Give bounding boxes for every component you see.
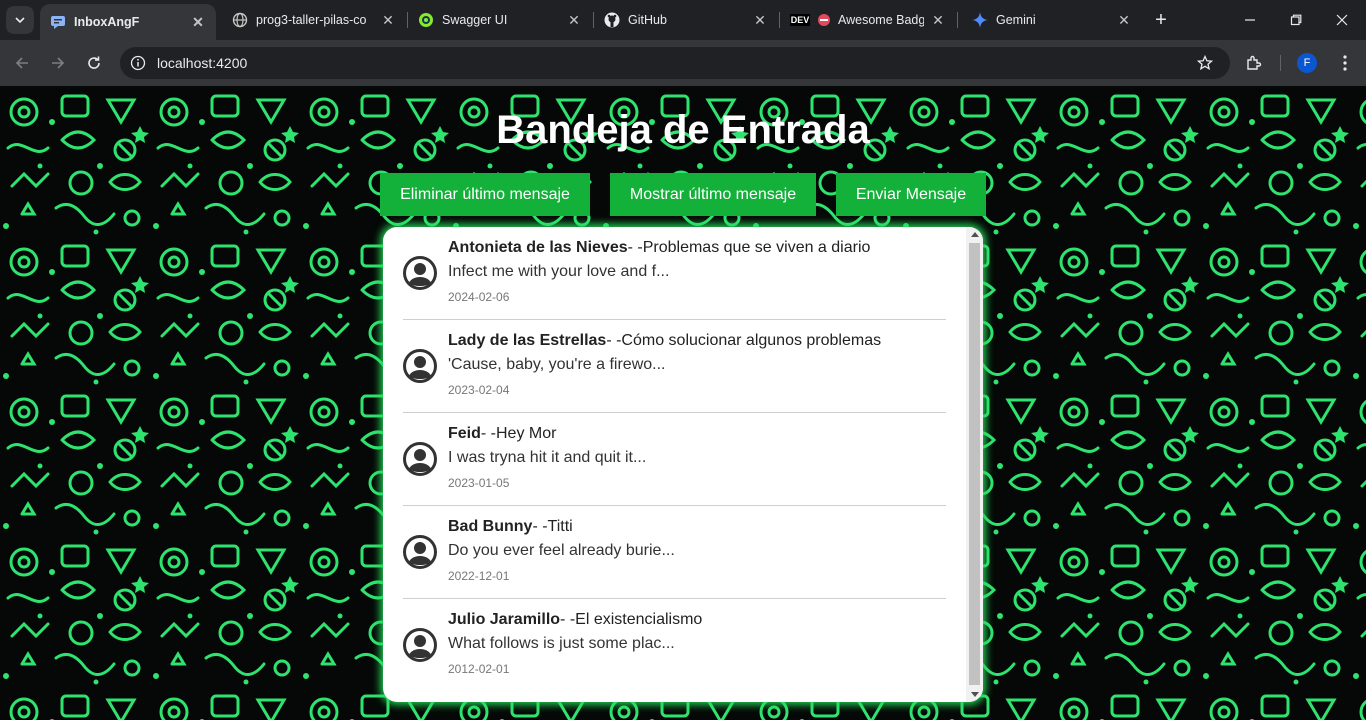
site-info-icon[interactable] — [126, 51, 150, 75]
message-preview: 'Cause, baby, you're a firewo... — [448, 356, 666, 373]
user-avatar-icon — [403, 256, 437, 290]
sender-name: Lady de las Estrellas — [448, 332, 607, 349]
message-header: Antonieta de las Nieves- -Problemas que … — [448, 239, 870, 257]
tab-separator — [957, 12, 958, 28]
message-date: 2024-02-06 — [448, 290, 510, 304]
message-list-scrollbar[interactable] — [966, 227, 983, 702]
page-viewport: Bandeja de Entrada Eliminar último mensa… — [0, 86, 1366, 720]
delete-last-message-button[interactable]: Eliminar último mensaje — [380, 173, 590, 216]
message-header: Bad Bunny- -Titti — [448, 518, 573, 536]
tab-awesome-badges[interactable]: DEV Awesome Badge ✕ — [780, 4, 956, 36]
close-icon[interactable]: ✕ — [380, 12, 396, 28]
message-preview: What follows is just some plac... — [448, 635, 675, 652]
close-window-icon[interactable] — [1330, 8, 1354, 32]
message-item[interactable]: Bad Bunny- -Titti Do you ever feel alrea… — [403, 506, 946, 599]
message-date: 2012-02-01 — [448, 662, 510, 676]
user-avatar-icon — [403, 535, 437, 569]
minimize-icon[interactable] — [1238, 8, 1262, 32]
dev-badge-text: DEV — [789, 14, 811, 26]
tab-title: InboxAngF — [74, 15, 140, 29]
tab-inboxangf[interactable]: InboxAngF ✕ — [40, 4, 216, 40]
tab-title: Gemini — [996, 13, 1036, 27]
sender-name: Antonieta de las Nieves — [448, 239, 628, 256]
close-icon[interactable]: ✕ — [930, 12, 946, 28]
dev-icon: DEV — [789, 12, 811, 28]
sender-name: Julio Jaramillo — [448, 611, 561, 628]
message-header: Feid- -Hey Mor — [448, 425, 556, 443]
sender-name: Feid — [448, 425, 481, 442]
message-preview: Do you ever feel already burie... — [448, 542, 675, 559]
message-item[interactable]: Feid- -Hey Mor I was tryna hit it and qu… — [403, 413, 946, 506]
browser-toolbar: localhost:4200 F — [0, 40, 1366, 86]
close-icon[interactable]: ✕ — [752, 12, 768, 28]
sender-name: Bad Bunny — [448, 518, 533, 535]
tab-title: prog3-taller-pilas-co — [256, 13, 367, 27]
close-icon[interactable]: ✕ — [1116, 12, 1132, 28]
show-last-message-button[interactable]: Mostrar último mensaje — [610, 173, 816, 216]
message-date: 2022-12-01 — [448, 569, 510, 583]
tab-swagger[interactable]: Swagger UI ✕ — [408, 4, 592, 36]
chat-app-icon — [50, 14, 66, 30]
inbox-panel: Antonieta de las Nieves- -Problemas que … — [383, 227, 983, 702]
message-subject: - -Cómo solucionar algunos problemas — [606, 332, 882, 349]
profile-avatar[interactable]: F — [1297, 53, 1317, 73]
github-icon — [604, 12, 620, 28]
globe-icon — [232, 12, 248, 28]
scrollbar-thumb[interactable] — [969, 243, 980, 685]
close-icon[interactable]: ✕ — [566, 12, 582, 28]
message-subject: - -Hey Mor — [480, 425, 557, 442]
send-message-button[interactable]: Enviar Mensaje — [836, 173, 986, 216]
message-subject: - -Titti — [532, 518, 573, 535]
message-date: 2023-01-05 — [448, 476, 510, 490]
tab-prog3[interactable]: prog3-taller-pilas-co ✕ — [222, 4, 406, 36]
message-subject: - -El existencialismo — [560, 611, 703, 628]
user-avatar-icon — [403, 628, 437, 662]
message-preview: Infect me with your love and f... — [448, 263, 670, 280]
user-avatar-icon — [403, 442, 437, 476]
message-preview: I was tryna hit it and quit it... — [448, 449, 647, 466]
page-title: Bandeja de Entrada — [496, 108, 870, 152]
tab-strip: InboxAngF ✕ prog3-taller-pilas-co ✕ Swag… — [0, 0, 1366, 40]
scroll-up-arrow-icon[interactable] — [966, 227, 983, 241]
tab-gemini[interactable]: Gemini ✕ — [962, 4, 1142, 36]
bookmark-star-icon[interactable] — [1194, 52, 1216, 74]
message-list[interactable]: Antonieta de las Nieves- -Problemas que … — [383, 227, 966, 702]
message-item[interactable]: Lady de las Estrellas- -Cómo solucionar … — [403, 320, 946, 413]
message-subject: - -Problemas que se viven a diario — [627, 239, 871, 256]
reload-icon[interactable] — [82, 51, 106, 75]
address-bar[interactable]: localhost:4200 — [120, 47, 1230, 79]
message-date: 2023-02-04 — [448, 383, 510, 397]
close-icon[interactable]: ✕ — [190, 14, 206, 30]
scroll-down-arrow-icon[interactable] — [966, 688, 983, 702]
tab-title: Awesome Badge — [838, 13, 924, 27]
message-item[interactable]: Julio Jaramillo- -El existencialismo Wha… — [403, 599, 946, 692]
tab-github[interactable]: GitHub ✕ — [594, 4, 778, 36]
swagger-icon — [418, 12, 434, 28]
extensions-icon[interactable] — [1242, 51, 1266, 75]
tab-search-button[interactable] — [6, 6, 34, 34]
badge-icon — [816, 12, 832, 28]
gemini-icon — [972, 12, 988, 28]
message-header: Julio Jaramillo- -El existencialismo — [448, 611, 702, 629]
new-tab-button[interactable]: + — [1150, 10, 1172, 32]
restore-icon[interactable] — [1284, 8, 1308, 32]
toolbar-divider — [1280, 55, 1281, 71]
message-item[interactable]: Antonieta de las Nieves- -Problemas que … — [403, 227, 946, 320]
chevron-down-icon — [15, 17, 25, 24]
user-avatar-icon — [403, 349, 437, 383]
back-arrow-icon[interactable] — [10, 51, 34, 75]
url-text: localhost:4200 — [157, 55, 248, 71]
forward-arrow-icon[interactable] — [46, 51, 70, 75]
tab-title: GitHub — [628, 13, 667, 27]
more-menu-icon[interactable] — [1333, 51, 1357, 75]
message-header: Lady de las Estrellas- -Cómo solucionar … — [448, 332, 881, 350]
tab-title: Swagger UI — [442, 13, 508, 27]
